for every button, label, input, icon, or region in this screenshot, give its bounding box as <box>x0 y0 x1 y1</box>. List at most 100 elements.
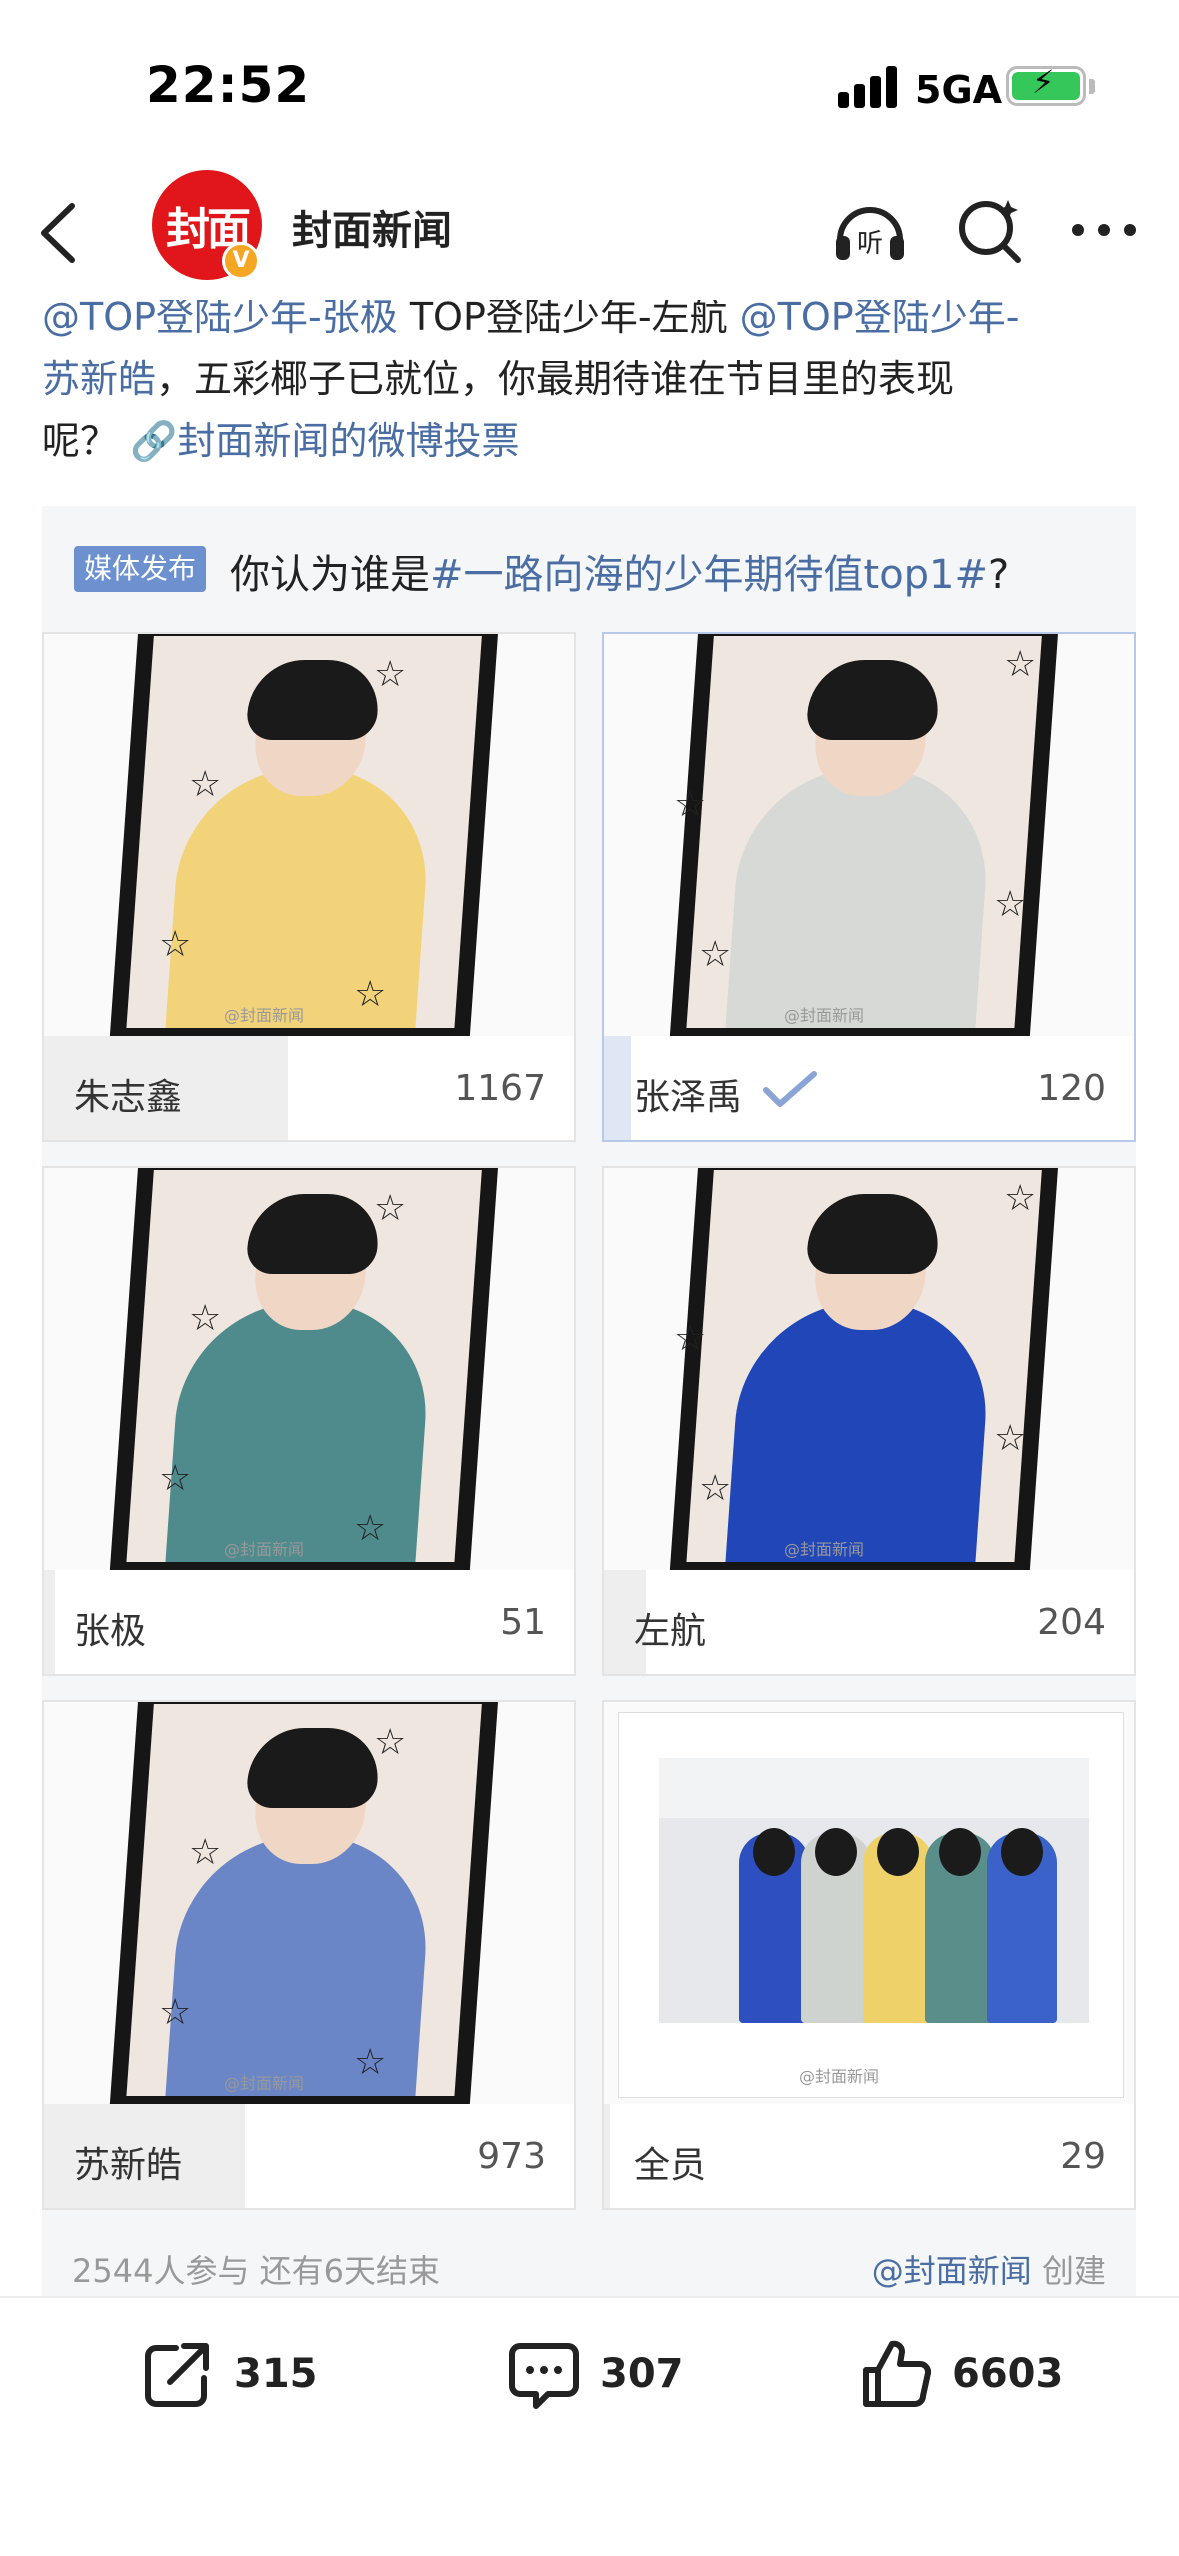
star-icon: ☆ <box>354 974 387 1015</box>
like-count: 6603 <box>952 2351 1064 2397</box>
topic-link[interactable]: #一路向海的少年期待值top1# <box>430 552 988 598</box>
post-text: @TOP登陆少年-张极 TOP登陆少年-左航 @TOP登陆少年- 苏新皓，五彩椰… <box>42 286 1152 472</box>
creator-suffix: 创建 <box>1031 2252 1106 2290</box>
option-progress-fill <box>44 1570 55 1674</box>
photo-frame <box>109 634 499 1036</box>
option-photo: @封面新闻 <box>604 1702 1134 2104</box>
option-name: 张泽禹 <box>634 1077 743 1118</box>
mention-link[interactable]: @TOP登陆少年-张极 <box>42 295 398 339</box>
option-result-bar: 张极 51 <box>44 1570 574 1674</box>
option-photo: ☆ ☆ ☆ ☆ @封面新闻 <box>44 634 574 1036</box>
option-progress-fill <box>604 2104 611 2208</box>
star-icon: ☆ <box>1004 644 1037 685</box>
star-icon: ☆ <box>674 1318 707 1359</box>
star-icon: ☆ <box>374 1722 407 1763</box>
share-icon <box>145 2343 209 2407</box>
photo-watermark: @封面新闻 <box>224 2074 305 2093</box>
person-hair <box>245 1728 382 1808</box>
participants-count: 2544人参与 <box>72 2252 250 2290</box>
media-tag-badge: 媒体发布 <box>74 546 207 592</box>
signal-icon <box>838 66 900 108</box>
option-vote-count: 1167 <box>454 1068 546 1109</box>
person-figure <box>165 1836 434 2096</box>
person-hair <box>805 1194 942 1274</box>
star-icon: ☆ <box>354 1508 387 1549</box>
star-icon: ☆ <box>189 1832 222 1873</box>
person-hair <box>245 1194 382 1274</box>
star-icon: ☆ <box>374 1188 407 1229</box>
star-icon: ☆ <box>159 1992 192 2033</box>
photo-watermark: @封面新闻 <box>784 1540 865 1559</box>
poll-option[interactable]: ☆ ☆ ☆ ☆ @封面新闻 张泽禹 120 <box>602 632 1136 1142</box>
poll-question-text: 你认为谁是 <box>230 552 430 598</box>
group-photo-scene <box>659 1758 1089 2023</box>
verified-badge-icon: V <box>222 242 260 280</box>
group-photo: @封面新闻 <box>618 1712 1124 2098</box>
star-icon: ☆ <box>994 884 1027 925</box>
search-icon[interactable] <box>950 190 1030 270</box>
group-member-head <box>815 1828 857 1876</box>
header-divider <box>0 280 1179 300</box>
top-nav: 封面 V 封面新闻 听 <box>0 160 1179 300</box>
option-progress-fill <box>604 1036 631 1140</box>
option-name: 苏新皓 <box>74 2145 183 2186</box>
option-result-bar: 左航 204 <box>604 1570 1134 1674</box>
photo-frame <box>109 1702 499 2104</box>
star-icon: ☆ <box>354 2042 387 2083</box>
option-vote-count: 204 <box>1037 1602 1106 1643</box>
like-button[interactable]: 6603 <box>858 2334 1063 2414</box>
person-figure <box>725 768 994 1028</box>
photo-backdrop <box>686 636 1042 1028</box>
person-figure <box>165 768 434 1028</box>
option-name: 张极 <box>74 1611 147 1652</box>
creator-link[interactable]: @封面新闻 <box>872 2252 1032 2290</box>
listen-icon[interactable]: 听 <box>830 190 910 270</box>
more-icon[interactable] <box>1066 190 1146 270</box>
vote-link[interactable]: 🔗封面新闻的微博投票 <box>130 419 519 463</box>
person-figure <box>165 1302 434 1562</box>
poll-option[interactable]: ☆ ☆ ☆ ☆ @封面新闻 左航 204 <box>602 1166 1136 1676</box>
photo-frame <box>669 1168 1059 1570</box>
poll-option[interactable]: @封面新闻全员 29 <box>602 1700 1136 2210</box>
status-time: 22:52 <box>146 56 311 114</box>
poll-stats: 2544人参与 还有6天结束 <box>72 2246 440 2292</box>
poll-option[interactable]: ☆ ☆ ☆ ☆ @封面新闻 张极 51 <box>42 1166 576 1676</box>
star-icon: ☆ <box>189 1298 222 1339</box>
poll-creator: @封面新闻 创建 <box>872 2246 1106 2292</box>
share-button[interactable]: 315 <box>140 2334 318 2414</box>
comment-button[interactable]: 307 <box>506 2334 684 2414</box>
photo-backdrop <box>126 636 482 1028</box>
poll-option[interactable]: ☆ ☆ ☆ ☆ @封面新闻 朱志鑫 1167 <box>42 632 576 1142</box>
option-name: 左航 <box>634 1611 707 1652</box>
network-label: 5GA <box>915 68 1003 112</box>
photo-watermark: @封面新闻 <box>799 2067 880 2086</box>
vote-link-label: 封面新闻的微博投票 <box>177 419 520 463</box>
star-icon: ☆ <box>189 764 222 805</box>
poll-option[interactable]: ☆ ☆ ☆ ☆ @封面新闻苏新皓 973 <box>42 1700 576 2210</box>
battery-cap <box>1089 79 1095 94</box>
group-member-head <box>1001 1828 1043 1876</box>
back-arrow-icon[interactable] <box>30 198 90 268</box>
group-member-head <box>939 1828 981 1876</box>
photo-frame <box>109 1168 499 1570</box>
mention-link[interactable]: @TOP登陆少年- <box>740 295 1020 339</box>
option-result-bar: 全员 29 <box>604 2104 1134 2208</box>
star-icon: ☆ <box>1004 1178 1037 1219</box>
battery-icon: ⚡ <box>1006 66 1086 106</box>
star-icon: ☆ <box>699 1468 732 1509</box>
share-count: 315 <box>234 2351 318 2397</box>
photo-backdrop <box>126 1170 482 1562</box>
person-hair <box>245 660 382 740</box>
photo-backdrop <box>686 1170 1042 1562</box>
account-name[interactable]: 封面新闻 <box>292 198 452 256</box>
link-icon: 🔗 <box>130 419 178 463</box>
option-result-bar: 苏新皓 973 <box>44 2104 574 2208</box>
star-icon: ☆ <box>159 924 192 965</box>
person-hair <box>805 660 942 740</box>
poll-question: 你认为谁是#一路向海的少年期待值top1#? <box>230 542 1009 600</box>
photo-watermark: @封面新闻 <box>224 1006 305 1025</box>
mention-link[interactable]: 苏新皓 <box>42 357 156 401</box>
svg-text:听: 听 <box>857 229 883 259</box>
photo-frame <box>669 634 1059 1036</box>
comment-count: 307 <box>600 2351 684 2397</box>
